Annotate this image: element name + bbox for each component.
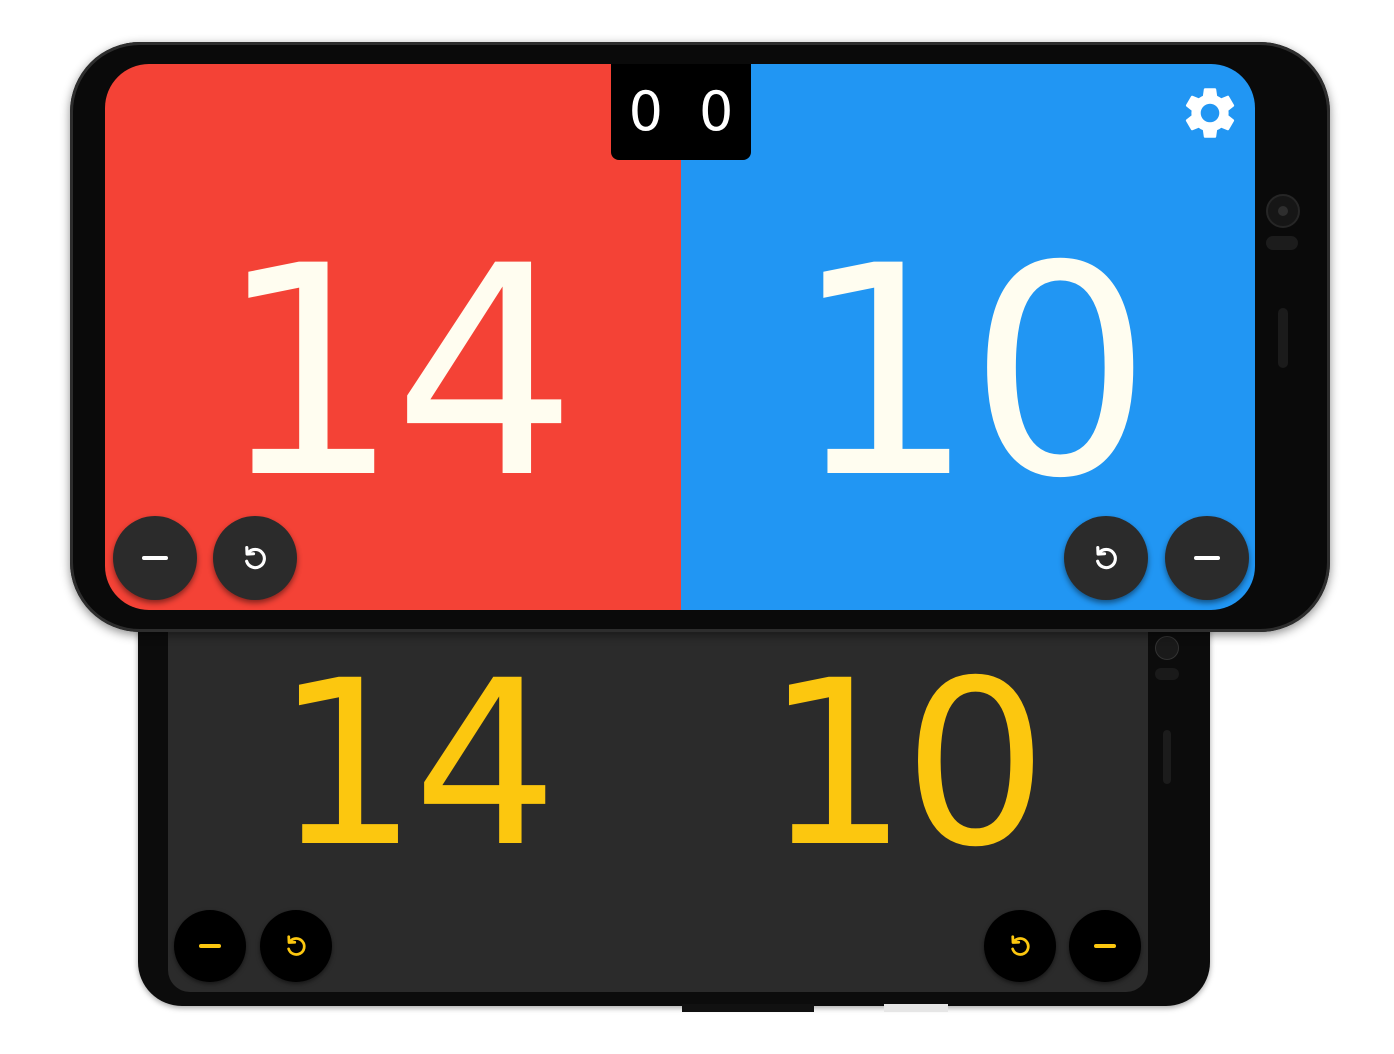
minus-icon: [1094, 944, 1116, 948]
front-right-minus-button[interactable]: [1165, 516, 1249, 600]
back-left-minus-button[interactable]: [174, 910, 246, 982]
front-left-score[interactable]: 14: [105, 229, 681, 519]
front-left-minus-button[interactable]: [113, 516, 197, 600]
back-bottom-edge-left: [682, 1004, 814, 1012]
back-left-team-panel[interactable]: 14: [168, 610, 658, 992]
undo-icon: [1096, 545, 1117, 570]
front-left-undo-button[interactable]: [213, 516, 297, 600]
front-right-score[interactable]: 10: [681, 229, 1255, 519]
undo-icon: [245, 545, 266, 570]
minus-icon: [142, 556, 168, 560]
front-right-team-panel[interactable]: 10: [681, 64, 1255, 610]
sets-counter: 0 0: [611, 64, 751, 160]
front-sensor: [1266, 236, 1298, 250]
front-left-team-panel[interactable]: 14: [105, 64, 681, 610]
back-right-team-panel[interactable]: 10: [658, 610, 1148, 992]
back-right-undo-button[interactable]: [984, 910, 1056, 982]
back-camera-icon: [1155, 636, 1179, 660]
stage: 14 10 14 10 0 0: [0, 0, 1394, 1054]
back-side-button: [1163, 730, 1171, 784]
front-phone-screen: 14 10 0 0: [105, 64, 1255, 610]
back-bottom-edge-right: [884, 1004, 948, 1012]
back-phone-screen: 14 10: [168, 610, 1148, 992]
front-side-button: [1278, 308, 1288, 368]
minus-icon: [1194, 556, 1220, 560]
right-sets: 0: [699, 80, 734, 143]
front-right-undo-button[interactable]: [1064, 516, 1148, 600]
front-camera-icon: [1266, 194, 1300, 228]
back-right-minus-button[interactable]: [1069, 910, 1141, 982]
minus-icon: [199, 944, 221, 948]
back-sensor: [1155, 668, 1179, 680]
back-left-undo-button[interactable]: [260, 910, 332, 982]
back-right-score[interactable]: 10: [658, 650, 1148, 878]
left-sets: 0: [628, 80, 663, 143]
undo-icon: [1011, 935, 1030, 956]
undo-icon: [287, 935, 306, 956]
back-left-score[interactable]: 14: [168, 650, 658, 878]
gear-icon[interactable]: [1179, 82, 1241, 144]
